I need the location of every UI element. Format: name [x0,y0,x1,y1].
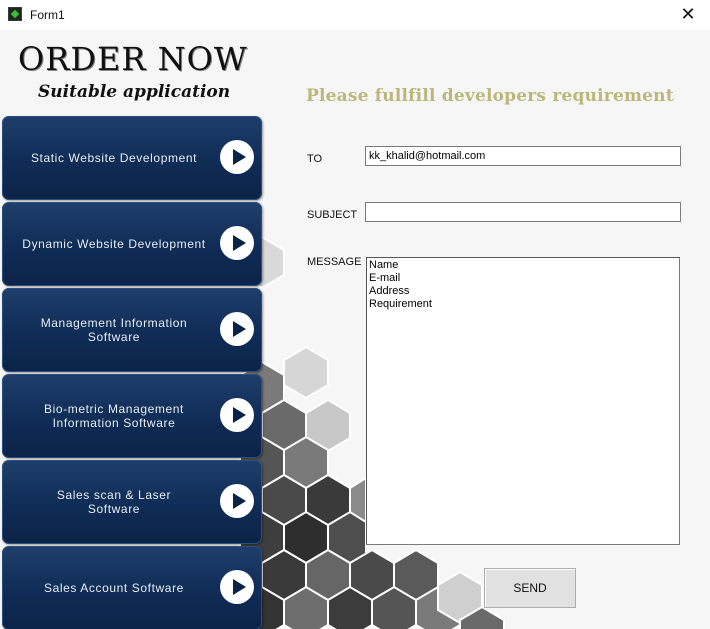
play-icon [220,484,254,518]
play-icon [220,398,254,432]
subject-field[interactable] [365,202,681,222]
service-button-dynamic-website[interactable]: Dynamic Website Development [2,202,262,286]
message-label: MESSAGE [306,256,363,268]
window-title: Form1 [30,8,65,22]
service-label: Sales scan & Laser Software [56,488,172,516]
message-line: E-mail [369,272,401,284]
form-client-area: ORDER NOW Suitable application Please fu… [0,30,710,629]
play-icon [220,140,254,174]
play-icon [220,226,254,260]
message-line: Address [369,285,410,297]
service-button-management-information[interactable]: Management Information Software [2,288,262,372]
send-button[interactable]: SEND [484,568,576,608]
service-button-biometric-management[interactable]: Bio-metric Management Information Softwa… [2,374,262,458]
service-label: Bio-metric Management Information Softwa… [44,402,184,430]
subject-label: SUBJECT [306,209,359,221]
service-button-sales-account[interactable]: Sales Account Software [2,546,262,629]
play-icon [220,570,254,604]
service-button-static-website[interactable]: Static Website Development [2,116,262,200]
logo-subtitle: Suitable application [38,82,231,102]
to-email-field[interactable] [365,146,681,166]
title-bar: Form1 ✕ [0,0,710,30]
service-label: Sales Account Software [44,581,184,595]
message-line: Requirement [369,298,432,310]
form-headline: Please fullfill developers requirement [306,86,674,106]
message-textarea[interactable]: Name E-mail Address Requirement [366,257,680,545]
close-icon[interactable]: ✕ [678,4,698,24]
play-icon [220,312,254,346]
to-label: TO [306,153,324,165]
app-icon [8,7,22,21]
message-line: Name [369,259,399,271]
service-button-sales-scan-laser[interactable]: Sales scan & Laser Software [2,460,262,544]
order-now-logo-title: ORDER NOW [18,40,248,78]
service-label: Static Website Development [30,151,198,165]
service-label: Management Information Software [40,316,188,344]
service-label: Dynamic Website Development [22,237,206,251]
